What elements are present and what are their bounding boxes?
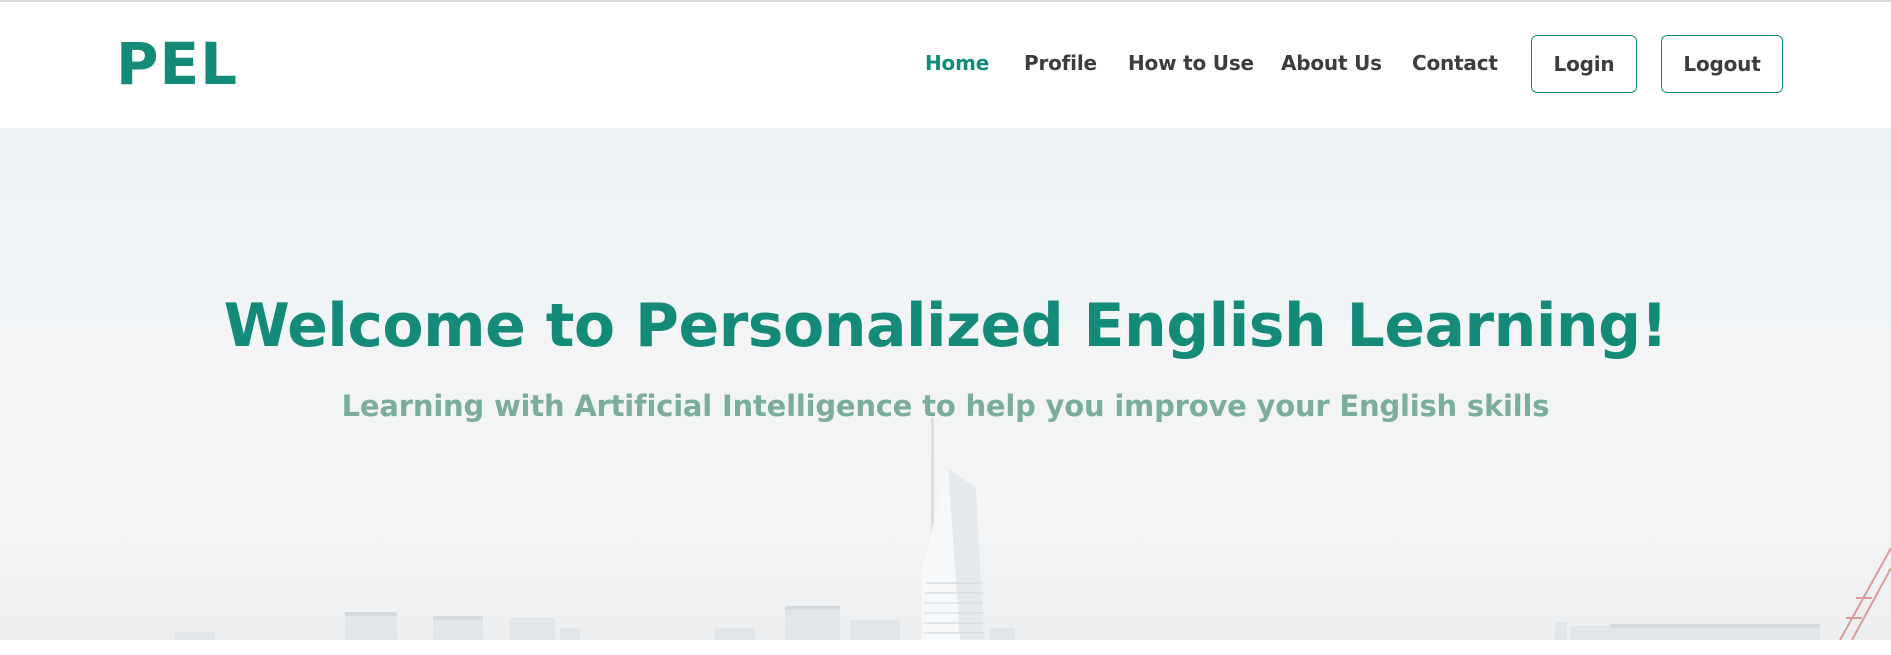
bottom-strip bbox=[0, 640, 1891, 655]
nav-link-about-us[interactable]: About Us bbox=[1281, 50, 1382, 76]
hero-section: Welcome to Personalized English Learning… bbox=[0, 128, 1891, 640]
hero-subtitle: Learning with Artificial Intelligence to… bbox=[341, 389, 1550, 423]
login-button[interactable]: Login bbox=[1531, 35, 1637, 93]
site-header: PEL Home Profile How to Use About Us Con… bbox=[0, 2, 1891, 128]
nav-link-how-to-use[interactable]: How to Use bbox=[1128, 50, 1254, 76]
hero-title: Welcome to Personalized English Learning… bbox=[223, 291, 1668, 361]
city-skyline-background bbox=[175, 418, 1891, 640]
nav-link-contact[interactable]: Contact bbox=[1412, 50, 1498, 76]
nav-link-profile[interactable]: Profile bbox=[1024, 50, 1097, 76]
nav-link-home[interactable]: Home bbox=[925, 50, 989, 76]
logout-button[interactable]: Logout bbox=[1661, 35, 1783, 93]
main-nav: Home Profile How to Use About Us Contact… bbox=[0, 2, 1891, 128]
